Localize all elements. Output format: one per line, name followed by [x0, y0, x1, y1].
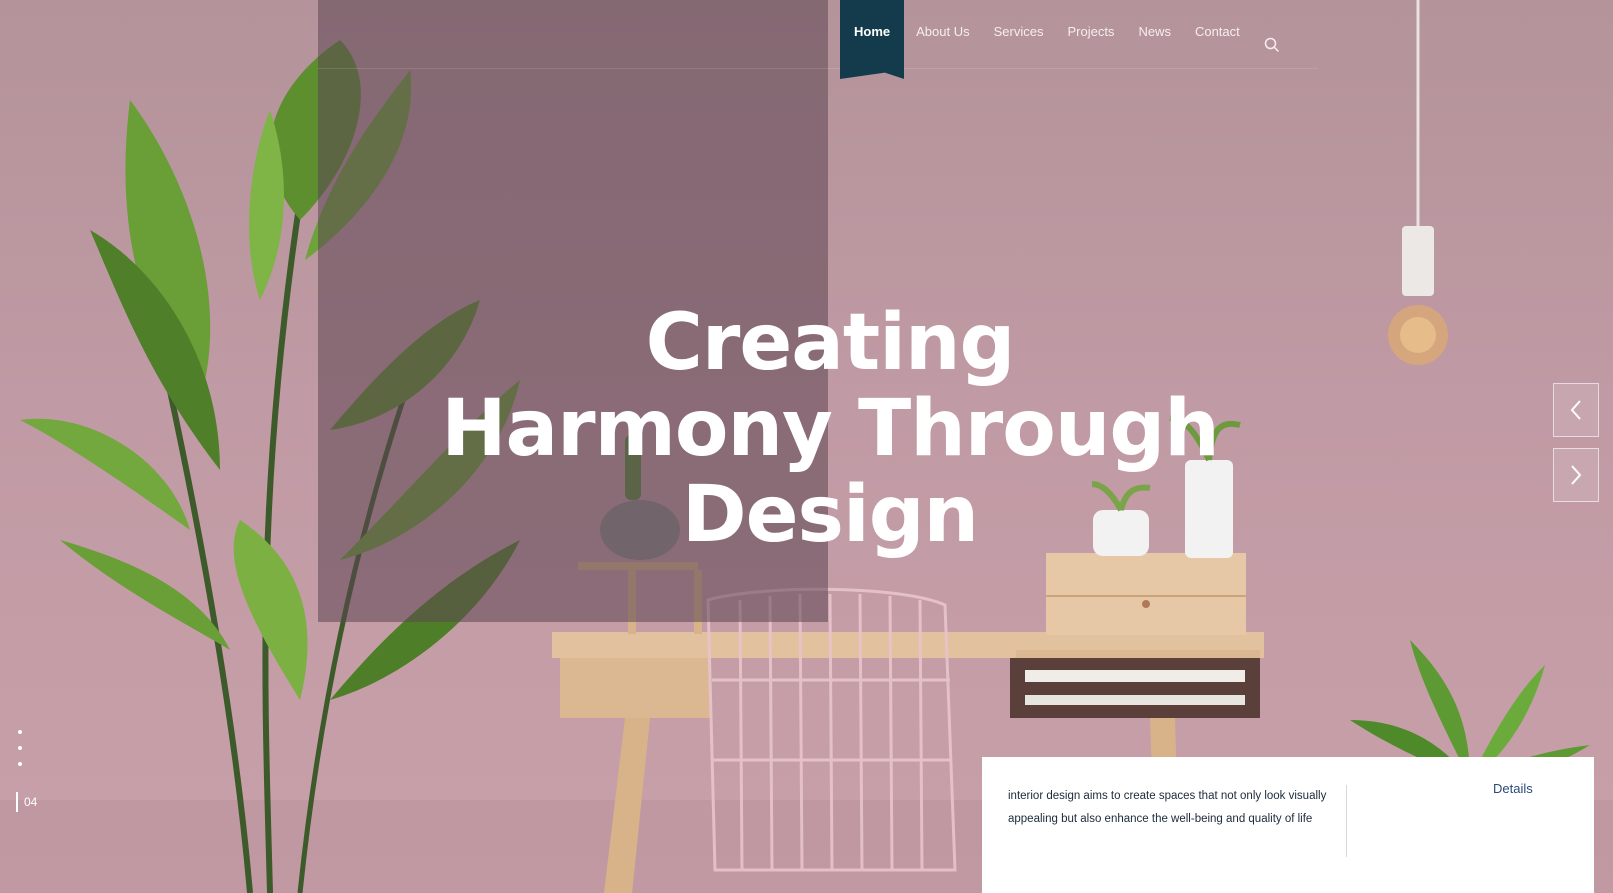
- hero-line-1: Creating: [645, 298, 1016, 388]
- slide-dot-1[interactable]: [18, 730, 22, 734]
- prev-slide-button[interactable]: [1553, 383, 1599, 437]
- info-description: interior design aims to create spaces th…: [1008, 785, 1347, 857]
- chevron-right-icon: [1571, 465, 1582, 485]
- slide-dot-3[interactable]: [18, 762, 22, 766]
- nav-home[interactable]: Home: [840, 0, 905, 79]
- nav-about-us[interactable]: About Us: [904, 0, 981, 70]
- nav-contact[interactable]: Contact: [1183, 0, 1252, 70]
- hero-section: Home About Us Services Projects News Con…: [0, 0, 1613, 893]
- nav-projects[interactable]: Projects: [1055, 0, 1126, 70]
- slide-counter: 04: [16, 792, 37, 812]
- hero-line-2: Harmony Through: [441, 384, 1219, 474]
- hero-heading: Creating Harmony Through Design: [420, 300, 1240, 558]
- nav-services[interactable]: Services: [982, 0, 1056, 70]
- main-nav: Home About Us Services Projects News Con…: [840, 0, 1290, 79]
- info-card: interior design aims to create spaces th…: [982, 757, 1594, 893]
- hero-line-3: Design: [681, 470, 979, 560]
- details-link[interactable]: Details: [1493, 781, 1533, 893]
- search-icon[interactable]: [1252, 0, 1290, 68]
- nav-news[interactable]: News: [1126, 0, 1183, 70]
- slide-counter-bar: [16, 792, 18, 812]
- slide-dot-2[interactable]: [18, 746, 22, 750]
- next-slide-button[interactable]: [1553, 448, 1599, 502]
- slide-dots: [18, 730, 22, 766]
- chevron-left-icon: [1570, 400, 1581, 420]
- slide-counter-number: 04: [24, 795, 38, 809]
